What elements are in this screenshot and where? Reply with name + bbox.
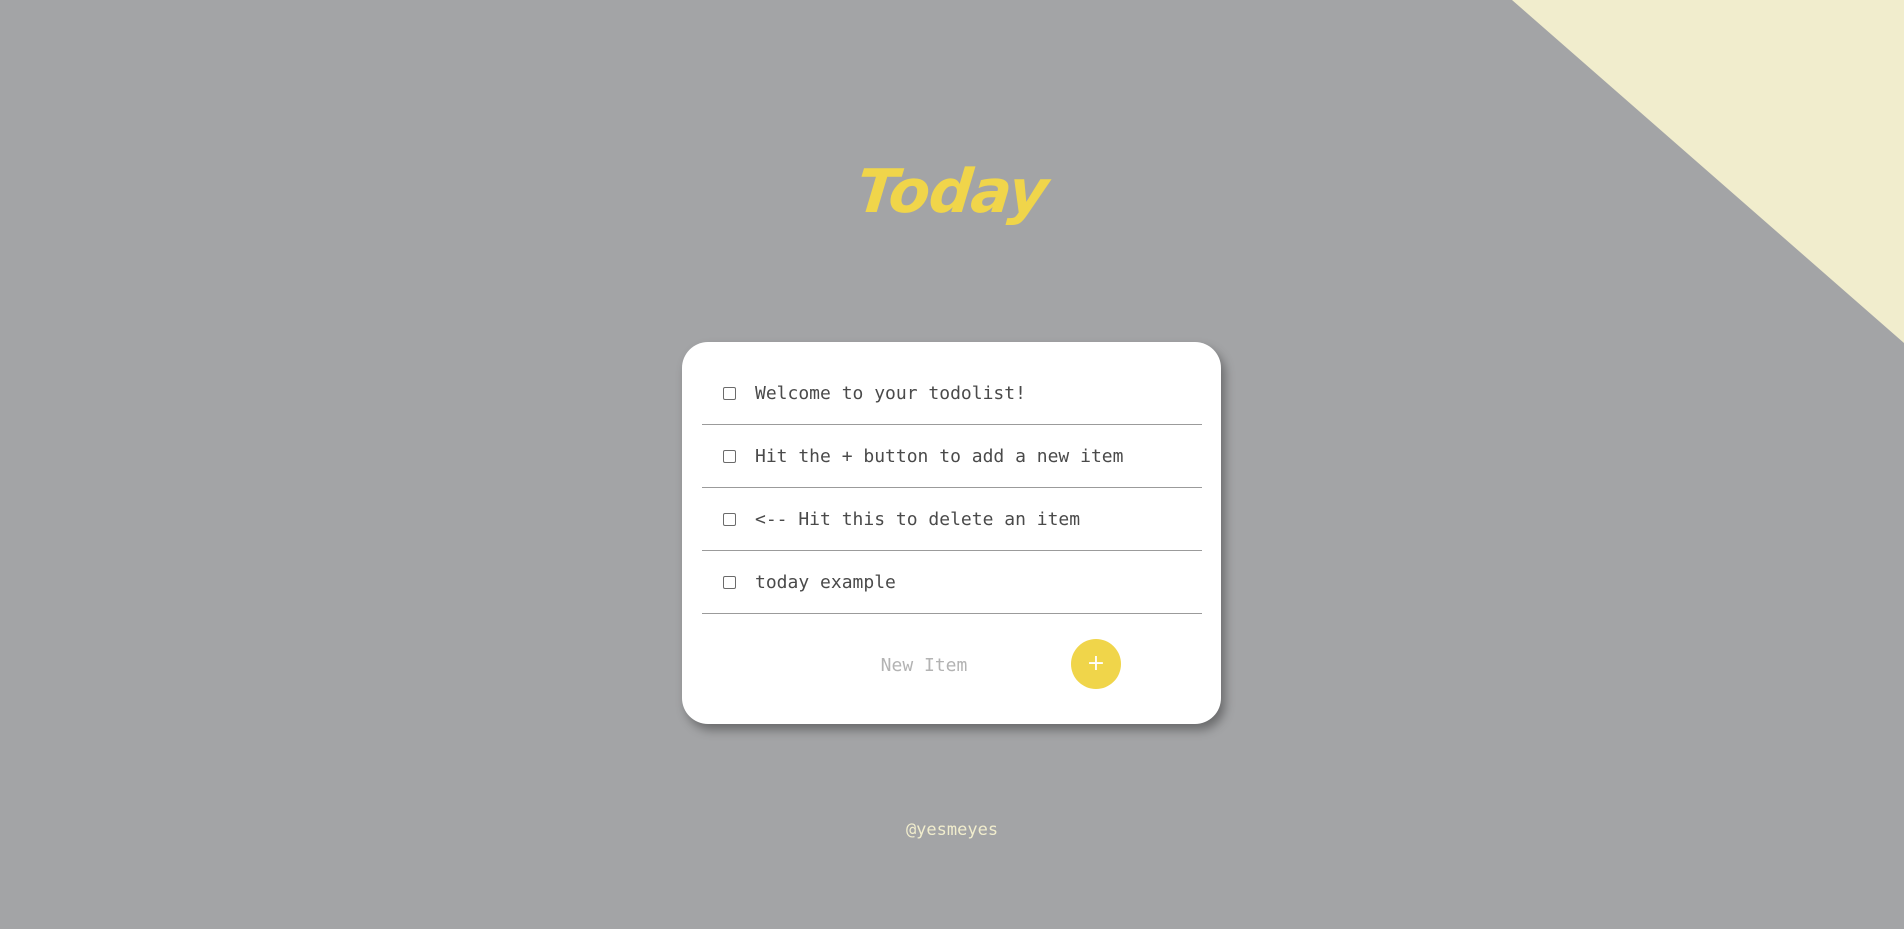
todo-item: today example	[702, 551, 1202, 614]
todo-item: <-- Hit this to delete an item	[702, 488, 1202, 551]
todo-item: Hit the + button to add a new item	[702, 425, 1202, 488]
todo-item-label: today example	[755, 571, 896, 593]
todo-item-label: <-- Hit this to delete an item	[755, 508, 1081, 530]
add-item-button[interactable]: +	[1071, 639, 1121, 689]
checkbox[interactable]	[723, 512, 736, 526]
todo-list: Welcome to your todolist! Hit the + butt…	[702, 362, 1202, 614]
todo-item-label: Hit the + button to add a new item	[755, 445, 1124, 467]
checkbox[interactable]	[723, 386, 736, 400]
page-title: Today	[853, 157, 1051, 227]
todo-card: Welcome to your todolist! Hit the + butt…	[682, 342, 1221, 724]
checkbox[interactable]	[723, 449, 736, 463]
new-item-form: +	[682, 639, 1221, 694]
todo-item: Welcome to your todolist!	[702, 362, 1202, 425]
todo-item-label: Welcome to your todolist!	[755, 382, 1026, 404]
checkbox[interactable]	[723, 575, 736, 589]
footer-credit: @yesmeyes	[905, 820, 999, 840]
new-item-input[interactable]	[799, 647, 1049, 683]
